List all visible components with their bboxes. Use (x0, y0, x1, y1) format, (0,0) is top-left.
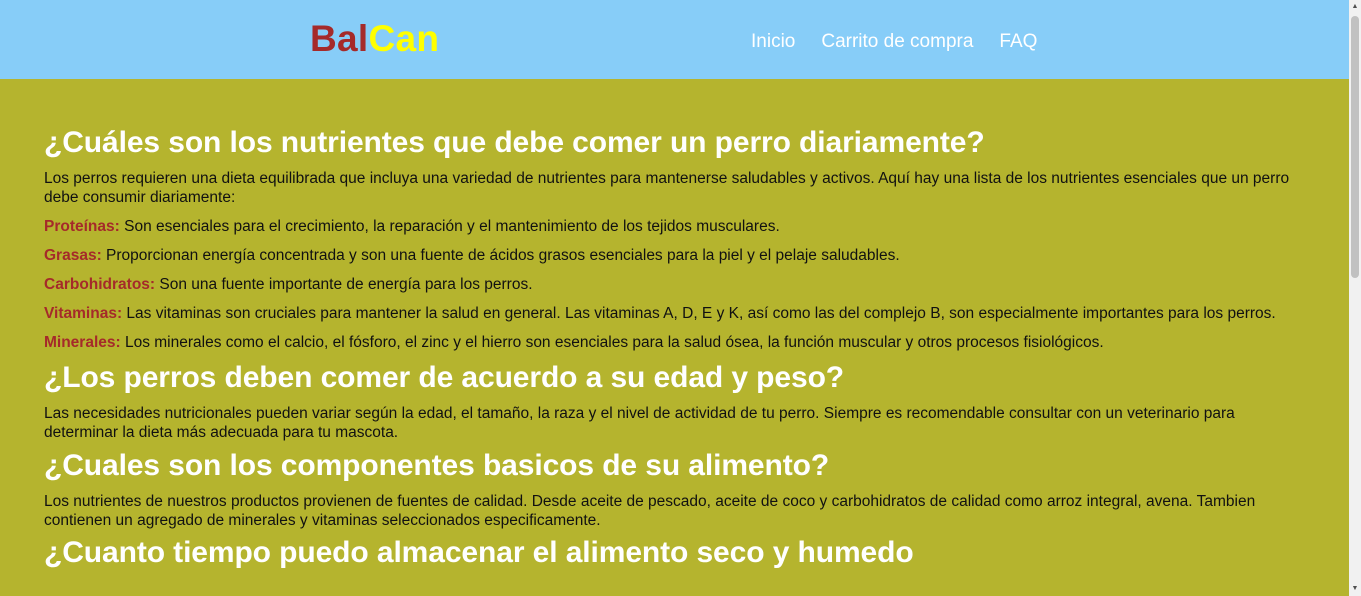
scroll-up-arrow-icon[interactable]: ▲ (1349, 0, 1361, 14)
nutrient-desc: Son esenciales para el crecimiento, la r… (119, 218, 780, 235)
nutrient-term: Carbohidratos: (44, 276, 156, 293)
main-nav: Inicio Carrito de compra FAQ (751, 31, 1037, 53)
faq-title-nutrientes: ¿Cuáles son los nutrientes que debe come… (44, 126, 985, 159)
site-logo[interactable]: BalCan (310, 18, 439, 60)
logo-part-can: Can (368, 18, 440, 59)
vertical-scrollbar[interactable]: ▲ ▼ (1349, 0, 1361, 596)
nutrient-item-grasas: Grasas: Proporcionan energía concentrada… (44, 246, 1306, 265)
nutrient-item-proteinas: Proteínas: Son esenciales para el crecim… (44, 217, 1306, 236)
faq-title-componentes: ¿Cuales son los componentes basicos de s… (44, 449, 830, 482)
nutrient-desc: Las vitaminas son cruciales para mantene… (122, 305, 1276, 322)
site-header: BalCan Inicio Carrito de compra FAQ (0, 0, 1349, 79)
nutrient-item-vitaminas: Vitaminas: Las vitaminas son cruciales p… (44, 304, 1306, 323)
nutrient-term: Minerales: (44, 334, 121, 351)
nutrient-desc: Son una fuente importante de energía par… (155, 276, 533, 293)
nutrient-desc: Proporcionan energía concentrada y son u… (101, 247, 900, 264)
nutrient-term: Vitaminas: (44, 305, 123, 322)
scrollbar-thumb[interactable] (1351, 16, 1359, 278)
nav-link-carrito[interactable]: Carrito de compra (821, 31, 973, 53)
nav-link-inicio[interactable]: Inicio (751, 31, 795, 53)
faq-content: ¿Cuáles son los nutrientes que debe come… (44, 79, 1306, 571)
faq-text-componentes: Los nutrientes de nuestros productos pro… (44, 493, 1256, 529)
nutrient-item-minerales: Minerales: Los minerales como el calcio,… (44, 333, 1306, 352)
nutrient-item-carbohidratos: Carbohidratos: Son una fuente importante… (44, 275, 1306, 294)
faq-intro-nutrientes: Los perros requieren una dieta equilibra… (44, 170, 1290, 206)
scroll-down-arrow-icon[interactable]: ▼ (1349, 582, 1361, 596)
nutrient-term: Grasas: (44, 247, 102, 264)
faq-title-edad-peso: ¿Los perros deben comer de acuerdo a su … (44, 361, 845, 394)
nutrient-desc: Los minerales como el calcio, el fósforo… (120, 334, 1104, 351)
nutrient-term: Proteínas: (44, 218, 120, 235)
logo-part-bal: Bal (310, 18, 369, 59)
faq-text-edad-peso: Las necesidades nutricionales pueden var… (44, 405, 1235, 441)
faq-title-almacenamiento: ¿Cuanto tiempo puedo almacenar el alimen… (44, 536, 914, 569)
nav-link-faq[interactable]: FAQ (999, 31, 1037, 53)
